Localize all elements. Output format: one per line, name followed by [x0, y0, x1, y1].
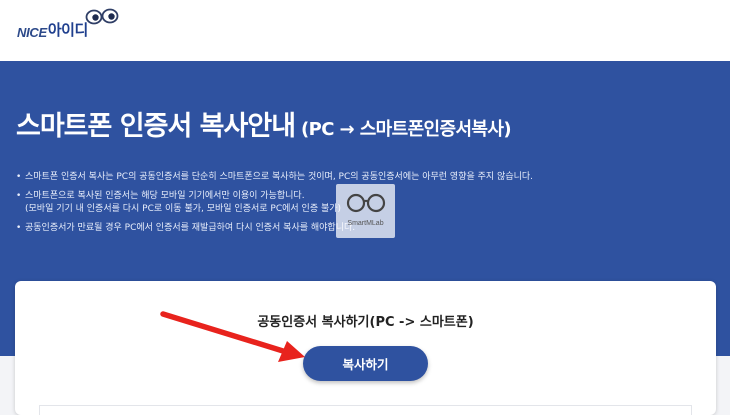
card-title: 공동인증서 복사하기(PC -> 스마트폰): [257, 315, 474, 330]
copy-button[interactable]: 복사하기: [303, 346, 428, 381]
notice-list: 스마트폰 인증서 복사는 PC의 공동인증서를 단순히 스마트폰으로 복사하는 …: [16, 171, 596, 241]
eyes-icon: [85, 8, 119, 25]
notice-item: 공동인증서가 만료될 경우 PC에서 인증서를 재발급하여 다시 인증서 복사를…: [16, 222, 596, 235]
page-title-sub: (PC → 스마트폰인증서복사): [301, 119, 512, 140]
card-inner-panel: [39, 405, 692, 415]
watermark: SmartMLab: [336, 184, 395, 238]
logo-text-kr: 아이디: [47, 21, 88, 39]
notice-item: 스마트폰 인증서 복사는 PC의 공동인증서를 단순히 스마트폰으로 복사하는 …: [16, 171, 596, 184]
header-bar: NICE 아이디: [0, 0, 730, 61]
notice-text: 스마트폰 인증서 복사는 PC의 공동인증서를 단순히 스마트폰으로 복사하는 …: [25, 172, 534, 182]
notice-text: 공동인증서가 만료될 경우 PC에서 인증서를 재발급하여 다시 인증서 복사를…: [25, 223, 356, 233]
copy-card: 공동인증서 복사하기(PC -> 스마트폰) 복사하기: [15, 281, 716, 415]
red-arrow-annotation: [160, 311, 305, 362]
notice-subtext: (모바일 기기 내 인증서를 다시 PC로 이동 불가, 모바일 인증서로 PC…: [25, 204, 342, 214]
notice-item: 스마트폰으로 복사된 인증서는 해당 모바일 기기에서만 이용이 가능합니다. (…: [16, 190, 596, 216]
watermark-text: SmartMLab: [347, 220, 384, 227]
glasses-icon: [346, 193, 386, 213]
nice-id-logo[interactable]: NICE 아이디: [17, 8, 119, 40]
logo-text-en: NICE: [17, 25, 47, 40]
page-title-main: 스마트폰 인증서 복사안내: [16, 111, 296, 142]
page-title: 스마트폰 인증서 복사안내 (PC → 스마트폰인증서복사): [16, 104, 512, 143]
notice-text: 스마트폰으로 복사된 인증서는 해당 모바일 기기에서만 이용이 가능합니다.: [25, 191, 305, 201]
